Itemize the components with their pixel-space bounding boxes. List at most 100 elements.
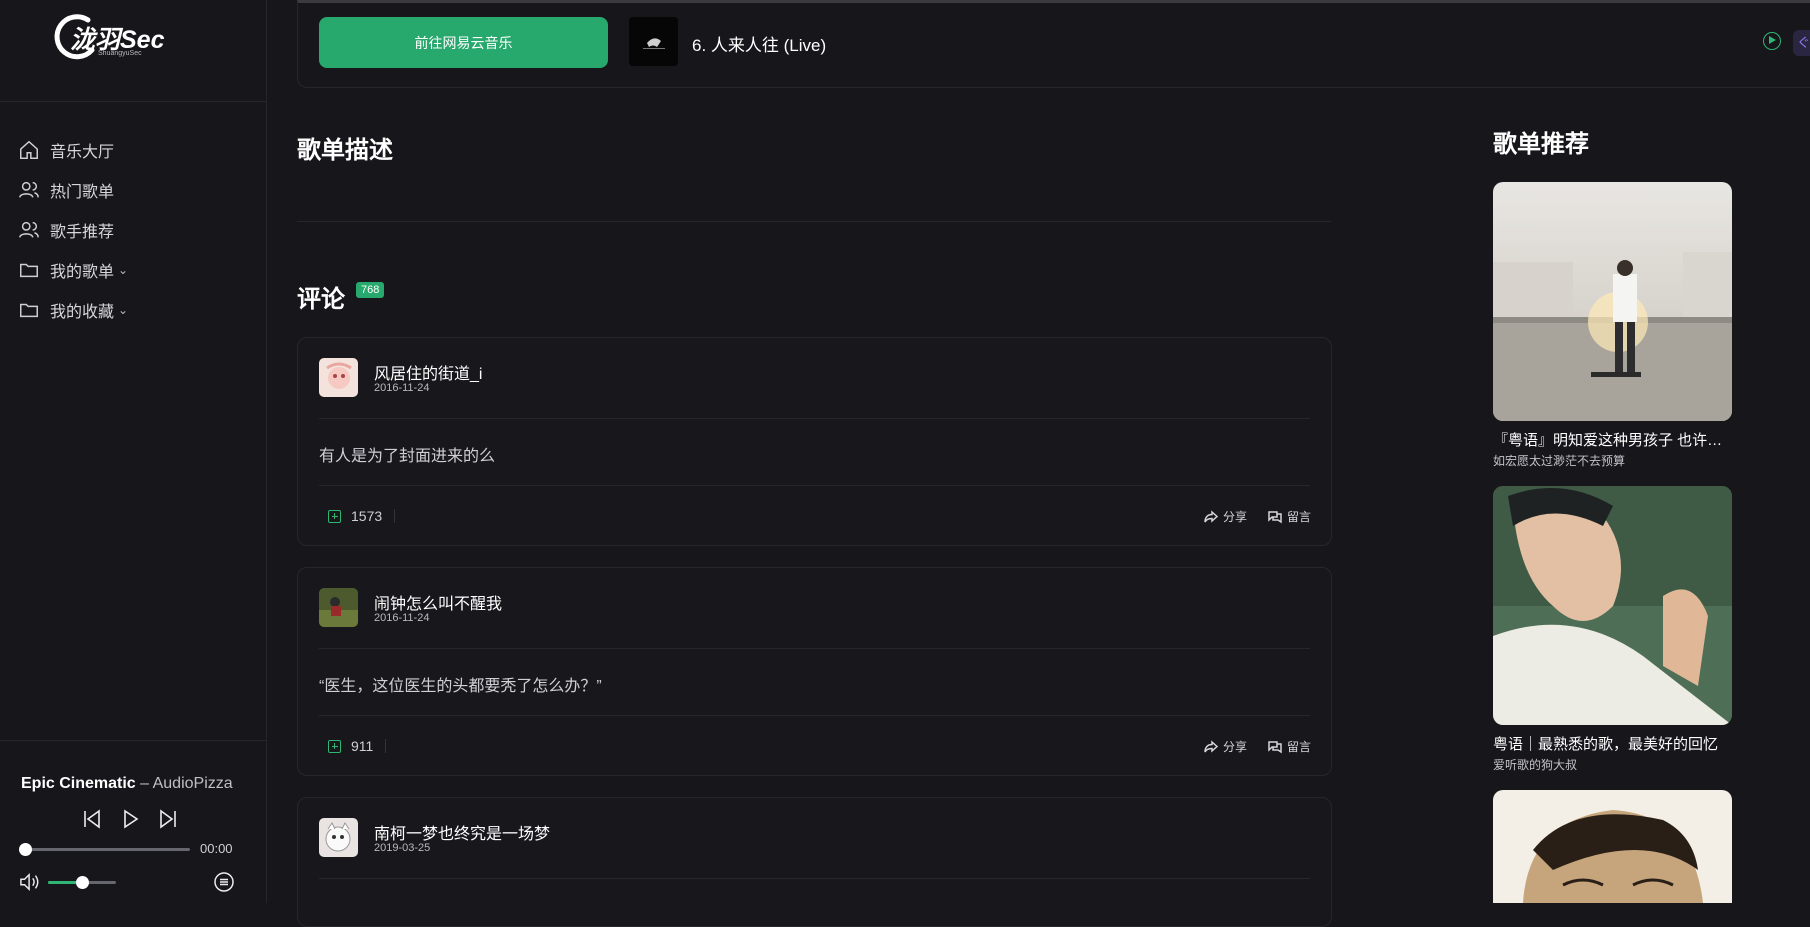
reply-button[interactable]: 留言	[1267, 508, 1311, 525]
folder-icon	[20, 263, 38, 278]
comment-card: 闹钟怎么叫不醒我 2016-11-24 “医生，这位医生的头都要秃了怎么办？” …	[297, 567, 1332, 776]
chevron-down-icon: ⌄	[118, 303, 129, 317]
divider	[319, 715, 1310, 716]
plus-square-icon	[328, 509, 341, 523]
sidebar-item-hot-playlists[interactable]: 热门歌单	[0, 170, 267, 210]
avatar-image-icon	[319, 358, 358, 397]
avatar[interactable]	[319, 818, 358, 857]
recommend-cover[interactable]	[1493, 486, 1732, 725]
sidebar-item-music-hall[interactable]: 音乐大厅	[0, 130, 267, 170]
sidebar-item-artists[interactable]: 歌手推荐	[0, 210, 267, 250]
divider	[297, 221, 1331, 222]
share-icon	[1204, 739, 1219, 753]
current-track-name[interactable]: 6. 人来人往 (Live)	[692, 31, 826, 56]
reply-button[interactable]: 留言	[1267, 738, 1311, 755]
mini-player: Epic Cinematic – AudioPizza 00:00	[0, 740, 267, 903]
recommend-card[interactable]: 粤语｜最熟悉的歌，最美好的回忆 爱听歌的狗大叔	[1493, 486, 1732, 773]
edge-chip[interactable]: ぐ	[1793, 30, 1810, 56]
brand-sub: ShuangyuSec	[98, 50, 142, 57]
now-playing: Epic Cinematic – AudioPizza	[21, 775, 233, 793]
share-icon	[1204, 509, 1219, 523]
current-track-cover[interactable]	[629, 17, 678, 66]
volume-slider[interactable]	[48, 876, 116, 889]
player-controls	[80, 807, 180, 831]
like-count: 1573	[351, 508, 383, 524]
volume-knob[interactable]	[76, 876, 89, 889]
reply-icon	[1268, 740, 1282, 753]
like-button[interactable]: 911	[328, 738, 387, 754]
go-netease-button[interactable]: 前往网易云音乐	[319, 17, 608, 68]
sidebar-nav: 音乐大厅 热门歌单 歌手推荐 我的歌单 ⌄ 我的收藏 ⌄	[0, 130, 267, 330]
play-icon[interactable]	[118, 807, 142, 831]
next-icon[interactable]	[156, 807, 180, 831]
comment-username[interactable]: 闹钟怎么叫不醒我	[374, 590, 502, 614]
comment-card: 风居住的街道_i 2016-11-24 有人是为了封面进来的么 1573 分享 …	[297, 337, 1332, 546]
cover-image-icon	[1493, 790, 1732, 903]
now-playing-track: Epic Cinematic	[21, 775, 136, 792]
sidebar-item-label: 我的歌单	[50, 264, 115, 281]
recommend-card[interactable]	[1493, 790, 1732, 903]
playlist-description-title: 歌单描述	[297, 137, 393, 164]
sidebar-item-my-playlists[interactable]: 我的歌单 ⌄	[0, 250, 267, 290]
divider	[385, 739, 387, 753]
cover-image-icon	[1493, 486, 1732, 725]
like-count: 911	[351, 738, 374, 754]
volume-icon[interactable]	[19, 872, 41, 892]
sidebar-item-label: 歌手推荐	[50, 224, 115, 241]
comment-actions: 分享 留言	[1203, 508, 1311, 525]
elapsed-time: 00:00	[200, 841, 233, 856]
comment-card: 南柯一梦也终究是一场梦 2019-03-25	[297, 797, 1332, 927]
reply-icon	[1268, 510, 1282, 523]
comment-username[interactable]: 南柯一梦也终究是一场梦	[374, 820, 550, 844]
brand-logo[interactable]: 泷羽Sec ShuangyuSec	[0, 0, 266, 102]
comment-text: “医生，这位医生的头都要秃了怎么办？”	[319, 678, 602, 695]
now-playing-sep: –	[135, 775, 153, 792]
recommend-item-title[interactable]: 粤语｜最熟悉的歌，最美好的回忆	[1493, 733, 1732, 754]
comment-text: 有人是为了封面进来的么	[319, 448, 496, 465]
recommend-cover[interactable]	[1493, 182, 1732, 421]
sidebar-item-label: 音乐大厅	[50, 144, 115, 161]
sidebar-item-label: 热门歌单	[50, 184, 115, 201]
cover-image-icon	[1493, 182, 1732, 421]
cover-art-icon	[629, 17, 678, 66]
recommend-title: 歌单推荐	[1493, 131, 1589, 158]
comments-title: 评论	[297, 286, 345, 313]
plus-square-icon	[328, 739, 341, 753]
recommend-item-title[interactable]: 『粤语』明知爱这种男孩子 也许只能终身遗憾	[1493, 429, 1732, 450]
recommend-cover[interactable]	[1493, 790, 1732, 903]
sidebar-item-label: 我的收藏	[50, 304, 115, 321]
comment-date: 2016-11-24	[374, 612, 430, 624]
avatar[interactable]	[319, 358, 358, 397]
chevron-down-icon: ⌄	[118, 263, 129, 277]
like-button[interactable]: 1573	[328, 508, 396, 524]
share-button[interactable]: 分享	[1203, 508, 1247, 525]
folder-icon	[20, 303, 38, 318]
users-icon	[19, 181, 39, 198]
sidebar: 泷羽Sec ShuangyuSec 音乐大厅 热门歌单 歌手推荐 我的歌单 ⌄ …	[0, 0, 267, 903]
recommend-item-creator[interactable]: 如宏愿太过渺茫不去预算	[1493, 452, 1732, 469]
home-icon	[20, 140, 38, 159]
comment-date: 2016-11-24	[374, 382, 430, 394]
share-button[interactable]: 分享	[1203, 738, 1247, 755]
comment-actions: 分享 留言	[1203, 738, 1311, 755]
share-label: 分享	[1222, 740, 1247, 754]
share-label: 分享	[1222, 510, 1247, 524]
divider	[394, 509, 396, 523]
avatar-image-icon	[319, 818, 358, 857]
sidebar-item-my-favorites[interactable]: 我的收藏 ⌄	[0, 290, 267, 330]
comment-date: 2019-03-25	[374, 842, 431, 854]
recommend-card[interactable]: 『粤语』明知爱这种男孩子 也许只能终身遗憾 如宏愿太过渺茫不去预算	[1493, 182, 1732, 469]
comment-username[interactable]: 风居住的街道_i	[374, 360, 482, 384]
playlist-icon[interactable]	[213, 871, 235, 893]
divider	[319, 648, 1310, 649]
avatar[interactable]	[319, 588, 358, 627]
reply-label: 留言	[1286, 740, 1311, 754]
recommend-item-creator[interactable]: 爱听歌的狗大叔	[1493, 756, 1732, 773]
reply-label: 留言	[1286, 510, 1311, 524]
progress-bar[interactable]	[19, 843, 190, 856]
previous-icon[interactable]	[80, 807, 104, 831]
divider	[319, 878, 1310, 879]
divider	[319, 418, 1310, 419]
progress-knob[interactable]	[19, 843, 32, 856]
play-circle-icon[interactable]	[1763, 32, 1781, 50]
